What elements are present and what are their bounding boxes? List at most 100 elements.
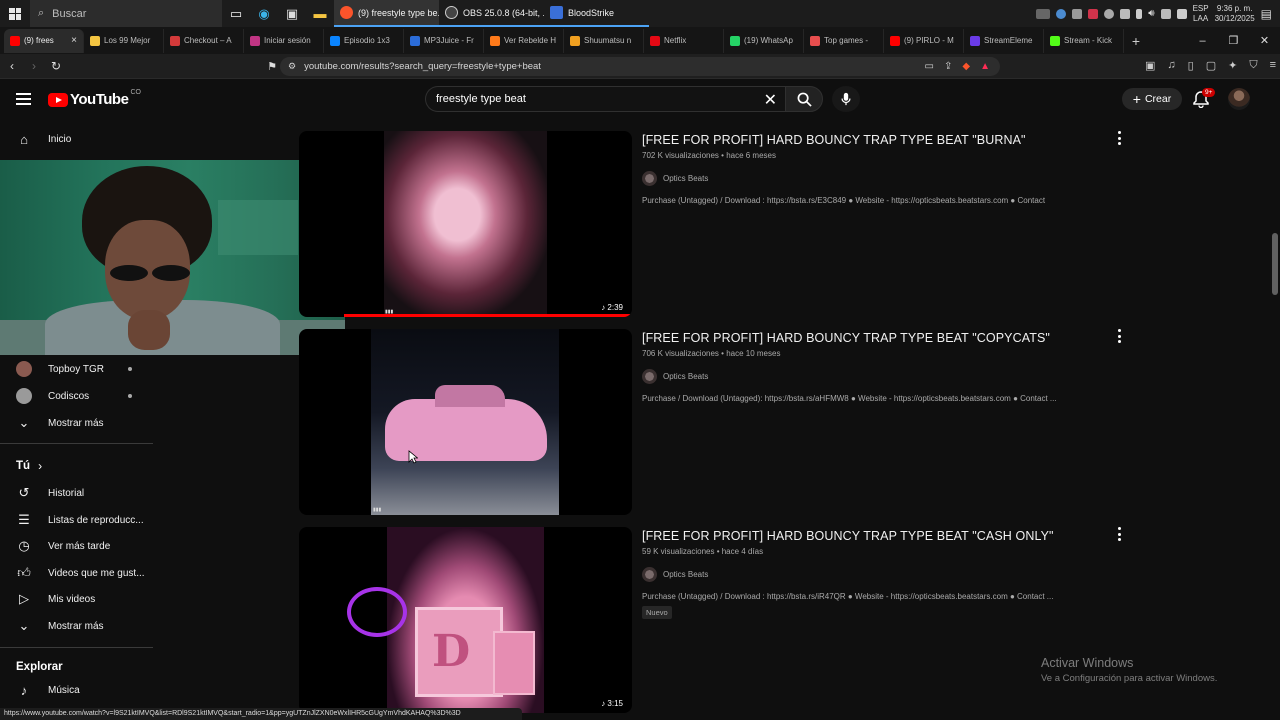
- more-options-icon[interactable]: [1114, 131, 1124, 145]
- vpn-icon[interactable]: ⛉: [1249, 59, 1257, 72]
- browser-tab[interactable]: Top games -: [804, 28, 884, 53]
- search-button[interactable]: [785, 86, 823, 112]
- sidebar-show-more-you[interactable]: ⌄ Mostrar más: [0, 613, 153, 639]
- bookmark-icon[interactable]: ⚑: [262, 60, 282, 73]
- browser-tab[interactable]: Iniciar sesión: [244, 28, 324, 53]
- browser-tab[interactable]: Netflix: [644, 28, 724, 53]
- youtube-logo[interactable]: YouTube CO: [48, 89, 141, 108]
- maximize-icon[interactable]: ❐: [1218, 27, 1249, 54]
- sidebar-item-history[interactable]: ↺ Historial: [0, 480, 153, 506]
- browser-tab[interactable]: Stream - Kick: [1044, 28, 1124, 53]
- sidebar-item-playlists[interactable]: ☰ Listas de reproducc...: [0, 507, 153, 533]
- video-result[interactable]: ▮▮▮ ♪ 2:39 [FREE FOR PROFIT] HARD BOUNCY…: [299, 131, 1139, 317]
- forward-icon[interactable]: ›: [24, 59, 44, 73]
- sidebar-item-topboy-tgr[interactable]: Topboy TGR: [0, 356, 153, 382]
- sidebar-item-my-videos[interactable]: ▷ Mis videos: [0, 586, 153, 612]
- extensions-area: ▣ ♫ ▯ ▢ ✦ ⛉ ≡: [1145, 59, 1276, 72]
- taskbar-app-bloodstrike[interactable]: BloodStrike: [544, 0, 649, 27]
- browser-tab[interactable]: (9) PIRLO - M: [884, 28, 964, 53]
- video-thumbnail[interactable]: ▮▮▮ ♪ 2:39: [299, 131, 632, 317]
- video-thumbnail[interactable]: ▮▮▮: [299, 329, 632, 515]
- new-tab-button[interactable]: +: [1124, 33, 1148, 49]
- usb-icon[interactable]: [1136, 8, 1143, 19]
- video-result[interactable]: D ♪ 3:15 [FREE FOR PROFIT] HARD BOUNCY T…: [299, 527, 1139, 713]
- media-icon[interactable]: ♫: [1167, 59, 1175, 72]
- keyboard-icon[interactable]: [1036, 8, 1051, 19]
- browser-tab[interactable]: MP3Juice - Fr: [404, 28, 484, 53]
- steam-icon[interactable]: [1056, 8, 1067, 19]
- browser-tab[interactable]: Shuumatsu n: [564, 28, 644, 53]
- sidebar-item-label: Música: [48, 684, 80, 696]
- taskbar-app-brave[interactable]: (9) freestyle type be...: [334, 0, 439, 27]
- window-controls: – ❐ ✕: [1187, 27, 1280, 54]
- tray-app-icon[interactable]: [1104, 8, 1115, 19]
- brave-rewards-icon[interactable]: ▲: [980, 61, 990, 72]
- close-tab-icon[interactable]: ×: [71, 35, 77, 46]
- network-icon[interactable]: [1176, 8, 1187, 19]
- taskbar-app-obs[interactable]: OBS 25.0.8 (64-bit, ...: [439, 0, 544, 27]
- scrollbar-thumb[interactable]: [1272, 233, 1278, 295]
- menu-icon[interactable]: ≡: [1270, 59, 1276, 72]
- leo-icon[interactable]: ✦: [1228, 59, 1237, 72]
- windows-start-button[interactable]: [0, 0, 30, 27]
- minimize-icon[interactable]: –: [1187, 27, 1218, 54]
- sidebar-item-home[interactable]: ⌂ Inicio: [0, 126, 153, 152]
- channel-link[interactable]: Optics Beats: [642, 369, 708, 384]
- close-window-icon[interactable]: ✕: [1249, 27, 1280, 54]
- video-title[interactable]: [FREE FOR PROFIT] HARD BOUNCY TRAP TYPE …: [642, 331, 1112, 345]
- reload-icon[interactable]: ↻: [46, 59, 66, 73]
- edge-icon[interactable]: ◉: [250, 0, 278, 27]
- create-button[interactable]: + Crear: [1122, 88, 1182, 110]
- more-options-icon[interactable]: [1114, 527, 1124, 541]
- sidebar-item-music[interactable]: ♪ Música: [0, 677, 153, 703]
- more-options-icon[interactable]: [1114, 329, 1124, 343]
- browser-tab[interactable]: (9) frees ×: [4, 28, 84, 53]
- back-icon[interactable]: ‹: [2, 59, 22, 73]
- sidebar-you-heading[interactable]: Tú ›: [16, 459, 42, 473]
- store-icon[interactable]: ▣: [278, 0, 306, 27]
- sidebar-show-more-subscriptions[interactable]: ⌄ Mostrar más: [0, 410, 153, 436]
- clock[interactable]: 9:36 p. m. 30/12/2025: [1215, 4, 1255, 24]
- tray-red-icon[interactable]: [1088, 8, 1099, 19]
- wallet-icon[interactable]: ▢: [1206, 59, 1216, 72]
- browser-tab[interactable]: Checkout – A: [164, 28, 244, 53]
- guide-menu-icon[interactable]: [16, 93, 31, 105]
- file-explorer-icon[interactable]: ▬: [306, 0, 334, 27]
- video-result[interactable]: ▮▮▮ [FREE FOR PROFIT] HARD BOUNCY TRAP T…: [299, 329, 1139, 515]
- sidebar-item-label: Ver más tarde: [48, 540, 111, 552]
- browser-tab[interactable]: StreamEleme: [964, 28, 1044, 53]
- notifications-icon[interactable]: ▤: [1261, 7, 1272, 21]
- video-title[interactable]: [FREE FOR PROFIT] HARD BOUNCY TRAP TYPE …: [642, 529, 1112, 543]
- account-avatar[interactable]: [1228, 88, 1250, 110]
- address-bar[interactable]: ⚙ youtube.com/results?search_query=frees…: [280, 57, 1000, 76]
- sidebar-item-liked-videos[interactable]: 👍︎ Videos que me gust...: [0, 560, 153, 586]
- taskbar-search[interactable]: ⌕ Buscar: [30, 0, 222, 27]
- display-icon[interactable]: [1160, 8, 1171, 19]
- section-heading: Explorar: [16, 661, 63, 673]
- tray-app-icon[interactable]: [1120, 8, 1131, 19]
- task-view-icon[interactable]: ▭: [222, 0, 250, 27]
- volume-icon[interactable]: 🔊︎: [1148, 8, 1154, 19]
- sidebar-item-codiscos[interactable]: Codiscos: [0, 383, 153, 409]
- tray-app-icon[interactable]: [1072, 8, 1083, 19]
- browser-tab[interactable]: (19) WhatsAp: [724, 28, 804, 53]
- screenshot-icon[interactable]: ▣: [1145, 59, 1155, 72]
- browser-tab[interactable]: Ver Rebelde H: [484, 28, 564, 53]
- clear-search-icon[interactable]: ✕: [764, 90, 777, 110]
- sidebar-toggle-icon[interactable]: ▯: [1188, 59, 1194, 72]
- channel-link[interactable]: Optics Beats: [642, 171, 708, 186]
- voice-search-button[interactable]: [832, 86, 860, 112]
- browser-tab[interactable]: Los 99 Mejor: [84, 28, 164, 53]
- browser-tab[interactable]: Episodio 1x3: [324, 28, 404, 53]
- sidebar-item-watch-later[interactable]: ◷ Ver más tarde: [0, 533, 153, 559]
- page-scrollbar[interactable]: [1270, 79, 1280, 708]
- video-title[interactable]: [FREE FOR PROFIT] HARD BOUNCY TRAP TYPE …: [642, 133, 1112, 147]
- video-thumbnail[interactable]: D ♪ 3:15: [299, 527, 632, 713]
- brave-shields-icon[interactable]: ◆: [962, 61, 970, 72]
- channel-link[interactable]: Optics Beats: [642, 567, 708, 582]
- language-indicator[interactable]: ESP LAA: [1193, 4, 1209, 24]
- share-icon[interactable]: ⇪: [944, 61, 952, 72]
- site-info-icon[interactable]: ⚙: [288, 61, 296, 72]
- search-input[interactable]: freestyle type beat ✕: [425, 86, 785, 112]
- cast-icon[interactable]: ▭: [925, 61, 934, 72]
